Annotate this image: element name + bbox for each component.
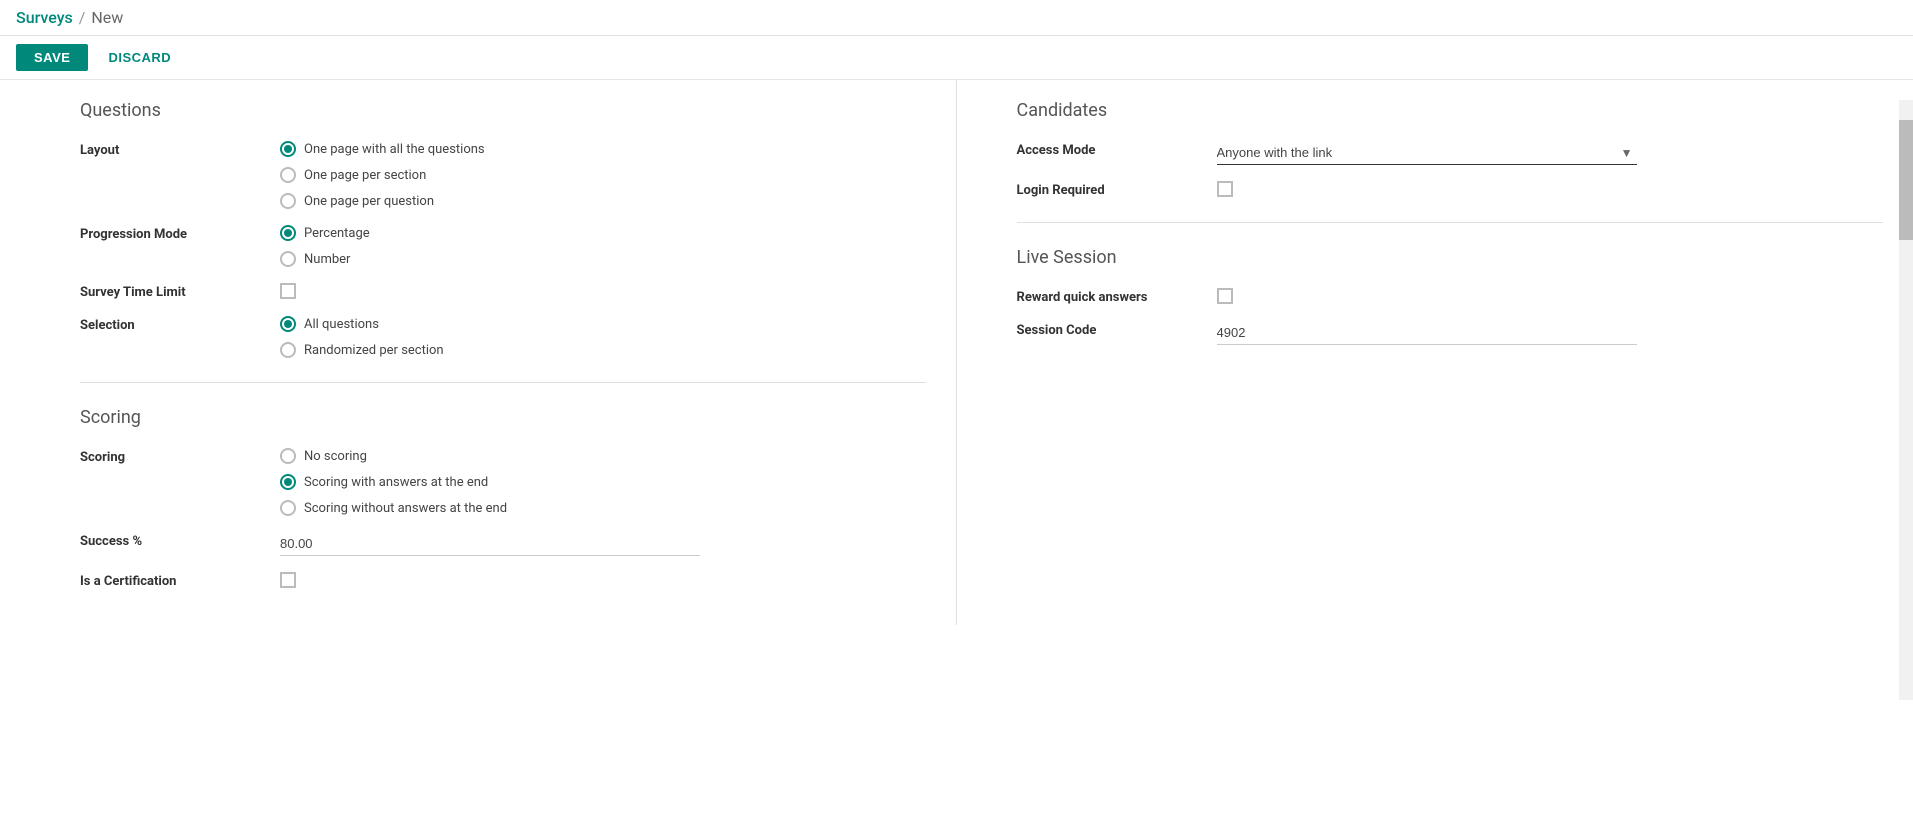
progression-option-number[interactable]: Number (280, 251, 926, 267)
layout-label-question: One page per question (304, 194, 434, 209)
reward-control (1217, 288, 1884, 304)
access-mode-select-wrapper[interactable]: Anyone with the link Invitation only All… (1217, 141, 1637, 165)
scoring-label: Scoring (80, 448, 260, 465)
layout-radio-all[interactable] (280, 141, 296, 157)
top-bar: Surveys / New (0, 0, 1913, 36)
progression-radio-percentage[interactable] (280, 225, 296, 241)
right-panel: Candidates Access Mode Anyone with the l… (957, 80, 1913, 625)
certification-checkbox-wrapper[interactable] (280, 572, 926, 588)
login-required-control (1217, 181, 1884, 197)
scrollbar-thumb[interactable] (1899, 120, 1913, 240)
access-mode-label: Access Mode (1017, 141, 1197, 158)
progression-label-number: Number (304, 252, 350, 267)
login-required-row: Login Required (1017, 181, 1884, 198)
candidates-section-title: Candidates (1017, 100, 1884, 121)
reward-checkbox[interactable] (1217, 288, 1233, 304)
success-percent-control (280, 532, 926, 556)
time-limit-label: Survey Time Limit (80, 283, 260, 300)
layout-label-all: One page with all the questions (304, 142, 485, 157)
scoring-label-none: No scoring (304, 449, 367, 464)
success-percent-row: Success % (80, 532, 926, 556)
layout-label: Layout (80, 141, 260, 158)
layout-radio-section[interactable] (280, 167, 296, 183)
session-code-row: Session Code (1017, 321, 1884, 345)
scrollbar-track[interactable] (1899, 100, 1913, 700)
time-limit-checkbox[interactable] (280, 283, 296, 299)
questions-section-title: Questions (80, 100, 926, 121)
reward-label: Reward quick answers (1017, 288, 1197, 305)
selection-row: Selection All questions Randomized per s… (80, 316, 926, 358)
login-required-checkbox[interactable] (1217, 181, 1233, 197)
certification-row: Is a Certification (80, 572, 926, 589)
scoring-option-none[interactable]: No scoring (280, 448, 926, 464)
selection-radio-all[interactable] (280, 316, 296, 332)
scoring-options: No scoring Scoring with answers at the e… (280, 448, 926, 516)
layout-option-all[interactable]: One page with all the questions (280, 141, 926, 157)
breadcrumb: Surveys / New (16, 8, 123, 27)
progression-radio-number[interactable] (280, 251, 296, 267)
breadcrumb-separator: / (79, 8, 86, 27)
breadcrumb-surveys[interactable]: Surveys (16, 8, 73, 27)
certification-label: Is a Certification (80, 572, 260, 589)
certification-checkbox[interactable] (280, 572, 296, 588)
right-divider (1017, 222, 1884, 223)
session-code-label: Session Code (1017, 321, 1197, 338)
live-session-section: Live Session Reward quick answers Sessio… (1017, 247, 1884, 345)
selection-label-random: Randomized per section (304, 343, 444, 358)
scoring-section-title: Scoring (80, 407, 926, 428)
layout-radio-question[interactable] (280, 193, 296, 209)
time-limit-control (280, 283, 926, 299)
success-percent-label: Success % (80, 532, 260, 549)
certification-control (280, 572, 926, 588)
save-button[interactable]: SAVE (16, 44, 88, 71)
scoring-radio-end[interactable] (280, 474, 296, 490)
candidates-section: Candidates Access Mode Anyone with the l… (1017, 100, 1884, 198)
action-bar: SAVE DISCARD (0, 36, 1913, 80)
layout-options: One page with all the questions One page… (280, 141, 926, 209)
progression-label: Progression Mode (80, 225, 260, 242)
scoring-row: Scoring No scoring Scoring with answers … (80, 448, 926, 516)
questions-section: Questions Layout One page with all the q… (80, 100, 926, 358)
session-code-control (1217, 321, 1884, 345)
progression-row: Progression Mode Percentage Number (80, 225, 926, 267)
scoring-radio-no-answers[interactable] (280, 500, 296, 516)
discard-button[interactable]: DISCARD (96, 44, 183, 71)
left-panel: Questions Layout One page with all the q… (0, 80, 957, 625)
scoring-option-end[interactable]: Scoring with answers at the end (280, 474, 926, 490)
time-limit-checkbox-wrapper[interactable] (280, 283, 926, 299)
reward-row: Reward quick answers (1017, 288, 1884, 305)
login-required-checkbox-wrapper[interactable] (1217, 181, 1884, 197)
scoring-section: Scoring Scoring No scoring Scoring with … (80, 407, 926, 589)
selection-option-random[interactable]: Randomized per section (280, 342, 926, 358)
main-content: Questions Layout One page with all the q… (0, 80, 1913, 625)
progression-label-percentage: Percentage (304, 226, 370, 241)
scoring-label-no-answers: Scoring without answers at the end (304, 501, 507, 516)
reward-checkbox-wrapper[interactable] (1217, 288, 1884, 304)
selection-radio-random[interactable] (280, 342, 296, 358)
time-limit-row: Survey Time Limit (80, 283, 926, 300)
access-mode-row: Access Mode Anyone with the link Invitat… (1017, 141, 1884, 165)
access-mode-select[interactable]: Anyone with the link Invitation only All… (1217, 141, 1637, 165)
layout-option-section[interactable]: One page per section (280, 167, 926, 183)
left-divider (80, 382, 926, 383)
login-required-label: Login Required (1017, 181, 1197, 198)
scoring-label-end: Scoring with answers at the end (304, 475, 488, 490)
session-code-input[interactable] (1217, 321, 1637, 345)
success-percent-input[interactable] (280, 532, 700, 556)
live-session-section-title: Live Session (1017, 247, 1884, 268)
access-mode-control: Anyone with the link Invitation only All… (1217, 141, 1884, 165)
layout-option-question[interactable]: One page per question (280, 193, 926, 209)
selection-option-all[interactable]: All questions (280, 316, 926, 332)
progression-options: Percentage Number (280, 225, 926, 267)
layout-row: Layout One page with all the questions O… (80, 141, 926, 209)
layout-label-section: One page per section (304, 168, 426, 183)
scoring-radio-none[interactable] (280, 448, 296, 464)
scoring-option-no-answers[interactable]: Scoring without answers at the end (280, 500, 926, 516)
breadcrumb-current: New (91, 8, 123, 27)
progression-option-percentage[interactable]: Percentage (280, 225, 926, 241)
selection-label-all: All questions (304, 317, 379, 332)
selection-options: All questions Randomized per section (280, 316, 926, 358)
selection-label: Selection (80, 316, 260, 333)
